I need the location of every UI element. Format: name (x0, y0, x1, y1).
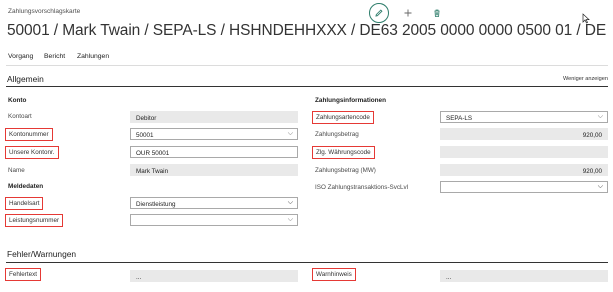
menu-divider (6, 65, 608, 66)
chevron-down-icon: ⌵ (287, 216, 293, 223)
chevron-down-icon: ⌵ (287, 130, 293, 137)
show-less-link[interactable]: Weniger anzeigen (563, 76, 608, 82)
kontonummer-field[interactable]: 50001 ⌵ (130, 128, 298, 140)
chevron-down-icon: ⌵ (287, 199, 293, 206)
new-button[interactable] (398, 3, 418, 23)
name-label: Name (8, 167, 25, 174)
page-title: 50001 / Mark Twain / SEPA-LS / HSHNDEHHX… (7, 22, 607, 39)
zahlungsbetrag-label: Zahlungsbetrag (315, 131, 359, 138)
fehlertext-label: Fehlertext (5, 268, 41, 281)
menu-zahlungen[interactable]: Zahlungen (77, 53, 109, 60)
leistungsnummer-label: Leistungsnummer (5, 214, 64, 227)
pencil-icon (375, 9, 383, 17)
menu-vorgang[interactable]: Vorgang (8, 53, 33, 60)
zahlungsbetrag-field: 920,00 (440, 128, 608, 140)
chevron-down-icon: ⌵ (597, 183, 603, 190)
warnhinweis-label: Warnhinweis (312, 268, 356, 281)
kontoart-label: Kontoart (8, 113, 32, 120)
unsere-kontonr-value: OUR 50001 (136, 149, 170, 157)
iso-label: ISO Zahlungstransaktions-SvcLvl (315, 184, 409, 191)
mouse-cursor-icon (582, 13, 590, 24)
zahlungsartencode-value: SEPA-LS (446, 114, 473, 122)
kontonummer-value: 50001 (136, 131, 154, 139)
zahlungsartencode-field[interactable]: SEPA-LS ⌵ (440, 111, 608, 123)
handelsart-value: Dienstleistung (136, 200, 176, 208)
section-allgemein-line (6, 86, 608, 87)
page-caption: Zahlungsvorschlagskarte (8, 8, 81, 15)
name-field: Mark Twain (130, 164, 298, 176)
zahlungsbetrag-mw-field: 920,00 (440, 164, 608, 176)
group-konto-title: Konto (8, 97, 27, 104)
unsere-kontonr-field[interactable]: OUR 50001 (130, 146, 298, 158)
chevron-down-icon: ⌵ (597, 113, 603, 120)
zahlungsbetrag-mw-label: Zahlungsbetrag (MW) (315, 167, 376, 174)
group-zahlungsinformationen-title: Zahlungsinformationen (315, 97, 387, 104)
leistungsnummer-field[interactable]: ⌵ (130, 214, 298, 226)
fehlertext-value: ... (136, 273, 142, 281)
section-allgemein-title[interactable]: Allgemein (7, 74, 44, 84)
waehrungscode-field (440, 146, 608, 158)
zahlungsartencode-label: Zahlungsartencode (312, 111, 374, 124)
kontonummer-label: Kontonummer (5, 128, 53, 141)
waehrungscode-label: Zlg. Währungscode (312, 146, 375, 159)
group-meldedaten-title: Meldedaten (8, 183, 44, 190)
warnhinweis-field: ... (440, 270, 608, 282)
fehlertext-field: ... (130, 270, 298, 282)
warnhinweis-value: ... (446, 273, 452, 281)
iso-select[interactable]: ⌵ (440, 181, 608, 193)
section-fehler-title[interactable]: Fehler/Warnungen (7, 249, 76, 259)
trash-icon (434, 9, 440, 17)
edit-button[interactable] (369, 3, 389, 23)
unsere-kontonr-label: Unsere Kontonr. (5, 146, 59, 159)
plus-icon (404, 9, 412, 17)
handelsart-label: Handelsart (5, 197, 44, 210)
menu-bericht[interactable]: Bericht (44, 53, 65, 60)
delete-button[interactable] (427, 3, 447, 23)
handelsart-select[interactable]: Dienstleistung ⌵ (130, 197, 298, 209)
kontoart-value: Debitor (136, 114, 157, 122)
zahlungsbetrag-mw-value: 920,00 (582, 167, 602, 175)
name-value: Mark Twain (136, 167, 169, 175)
kontoart-field: Debitor (130, 111, 298, 123)
zahlungsbetrag-value: 920,00 (582, 131, 602, 139)
section-fehler-line (6, 262, 608, 263)
